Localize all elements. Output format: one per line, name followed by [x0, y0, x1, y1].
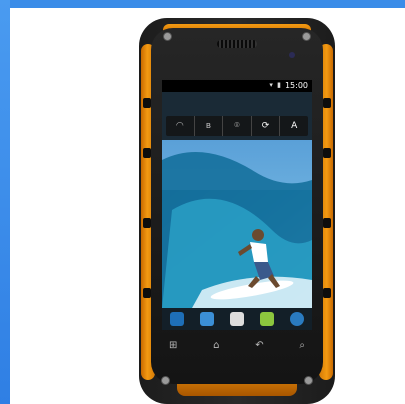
status-time: 15:00	[284, 81, 308, 90]
bluetooth-toggle[interactable]: ʙ	[195, 116, 224, 136]
grip-notch	[143, 288, 151, 298]
phone-screen: ▾ ▮ 15:00 ◠ ʙ ⌾ ⟳ A	[162, 80, 312, 330]
apps-icon[interactable]	[230, 312, 244, 326]
status-bar: ▾ ▮ 15:00	[162, 80, 312, 92]
quick-settings-panel: ◠ ʙ ⌾ ⟳ A	[166, 116, 308, 136]
home-key[interactable]: ⌂	[213, 340, 219, 354]
front-camera	[289, 52, 295, 58]
screw	[304, 376, 313, 385]
auto-brightness-toggle[interactable]: A	[280, 116, 308, 136]
earpiece-speaker	[217, 40, 257, 48]
grip-notch	[143, 218, 151, 228]
grip-notch	[143, 148, 151, 158]
back-key[interactable]: ↶	[255, 340, 263, 354]
menu-key[interactable]: ⊞	[169, 340, 177, 354]
wifi-toggle[interactable]: ◠	[166, 116, 195, 136]
search-key[interactable]: ⌕	[299, 340, 305, 354]
browser-icon[interactable]	[290, 312, 304, 326]
contacts-icon[interactable]	[200, 312, 214, 326]
grip-notch	[323, 98, 331, 108]
grip-notch	[143, 98, 151, 108]
grip-notch	[323, 288, 331, 298]
gps-toggle[interactable]: ⌾	[223, 116, 252, 136]
phone-icon[interactable]	[170, 312, 184, 326]
top-border	[10, 0, 405, 8]
app-dock	[162, 308, 312, 330]
android-icon[interactable]	[260, 312, 274, 326]
sync-toggle[interactable]: ⟳	[252, 116, 281, 136]
status-icons: ▾ ▮	[269, 81, 282, 89]
screw	[161, 376, 170, 385]
left-border	[0, 0, 10, 404]
rugged-phone: ▾ ▮ 15:00 ◠ ʙ ⌾ ⟳ A ⊞ ⌂ ↶ ⌕	[139, 18, 335, 404]
surfer-wallpaper	[162, 140, 312, 308]
product-image: ▾ ▮ 15:00 ◠ ʙ ⌾ ⟳ A ⊞ ⌂ ↶ ⌕	[10, 8, 405, 404]
screw	[163, 32, 172, 41]
screw	[302, 32, 311, 41]
grip-notch	[323, 148, 331, 158]
soft-keys: ⊞ ⌂ ↶ ⌕	[169, 340, 305, 354]
grip-notch	[323, 218, 331, 228]
